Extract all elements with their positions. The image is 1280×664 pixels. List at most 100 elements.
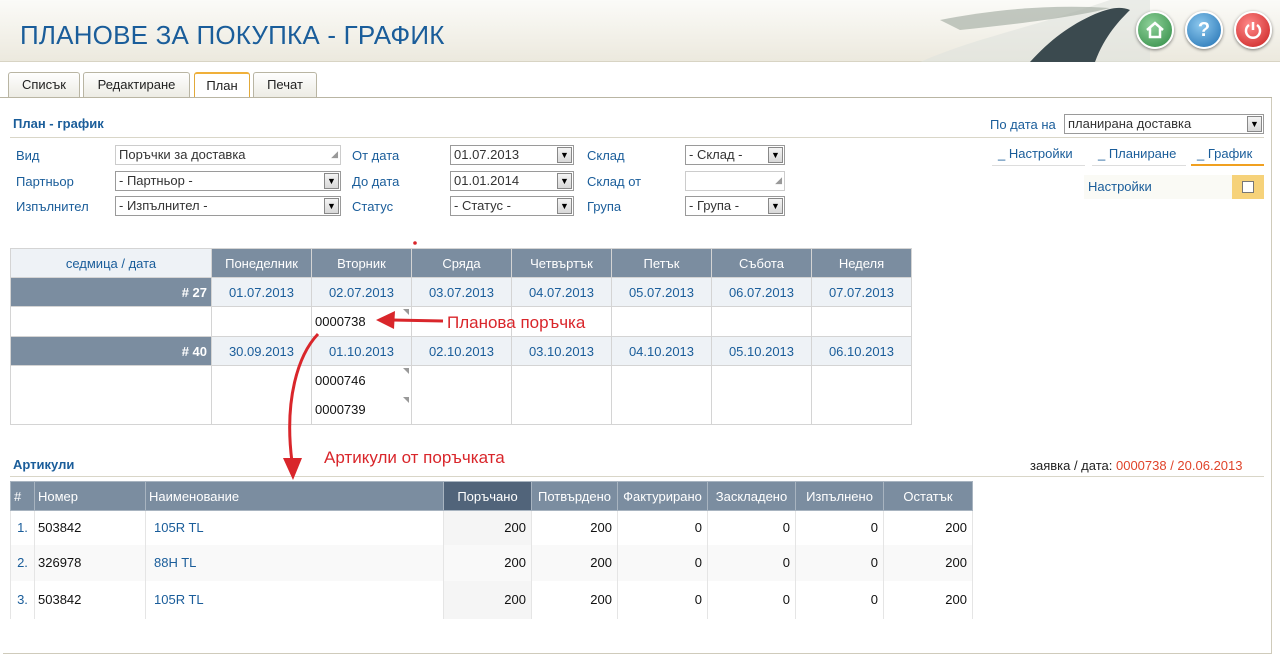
tab-print[interactable]: Печат [253,72,317,98]
article-name[interactable]: 105R TL [145,510,444,545]
dropdown-arrow-icon: ▼ [768,198,783,214]
qty-ordered: 200 [443,580,532,619]
day-header: Вторник [311,248,412,278]
table-row[interactable]: 2. 326978 88H TL 200 200 0 0 0 200 [10,544,973,581]
day-header: Неделя [811,248,912,278]
divider [10,476,1264,477]
planned-order[interactable]: 0000739 [312,395,411,424]
date-cell[interactable]: 06.10.2013 [811,336,912,366]
column-header[interactable]: Изпълнено [795,481,884,511]
mini-tab-planning[interactable]: _ Планиране [1092,146,1186,166]
date-cell[interactable]: 03.07.2013 [411,277,512,307]
order-cell [211,306,312,337]
mini-tab-planning-label: _ Планиране [1098,146,1177,161]
request-value[interactable]: 0000738 / 20.06.2013 [1116,458,1243,473]
resize-grip-icon[interactable]: ◢ [775,172,782,189]
column-header[interactable]: Поръчано [443,481,532,511]
date-cell[interactable]: 01.07.2013 [211,277,312,307]
resize-grip-icon[interactable]: ◢ [331,146,338,163]
home-button[interactable] [1136,11,1174,49]
qty-invoiced: 0 [617,510,708,545]
tab-list[interactable]: Списък [8,72,80,98]
mini-tab-schedule[interactable]: _ График [1191,146,1264,166]
from-date-label: От дата [352,148,400,163]
row-index[interactable]: 1. [10,510,35,545]
app-header: ПЛАНОВЕ ЗА ПОКУПКА - ГРАФИК ? [0,0,1280,62]
date-cell[interactable]: 06.07.2013 [711,277,812,307]
help-button[interactable]: ? [1185,11,1223,49]
column-header[interactable]: Наименование [145,481,444,511]
article-name[interactable]: 105R TL [145,580,444,619]
annotation-order-articles: Артикули от поръчката [324,448,505,467]
vid-field[interactable]: Поръчки за доставка ◢ [115,145,341,165]
date-cell[interactable]: 01.10.2013 [311,336,412,366]
date-cell[interactable]: 04.07.2013 [511,277,612,307]
tab-plan[interactable]: План [194,72,250,99]
to-date-label: До дата [352,174,400,189]
week-number: # 27 [10,277,212,307]
column-header[interactable]: Фактурирано [617,481,708,511]
tab-edit[interactable]: Редактиране [83,72,190,98]
settings-toggle[interactable] [1232,175,1264,199]
warehouse-from-field[interactable]: ◢ [685,171,785,191]
planned-order[interactable]: 0000746 [312,366,411,395]
group-value: - Група - [689,198,740,213]
calendar-corner-header: седмица / дата [10,248,212,278]
mini-tab-schedule-label: _ График [1197,146,1253,161]
help-icon: ? [1197,19,1211,41]
to-date-value: 01.01.2014 [454,173,520,188]
warehouse-select[interactable]: - Склад - ▼ [685,145,785,165]
column-header[interactable]: Номер [34,481,146,511]
date-cell[interactable]: 02.07.2013 [311,277,412,307]
articles-section-title: Артикули [13,457,75,472]
order-cell [611,365,712,425]
to-date-select[interactable]: 01.01.2014 ▼ [450,171,574,191]
date-cell[interactable]: 05.10.2013 [711,336,812,366]
order-cell [811,306,912,337]
from-date-select[interactable]: 01.07.2013 ▼ [450,145,574,165]
warehouse-label: Склад [587,148,625,163]
qty-ordered: 200 [443,510,532,545]
date-cell[interactable]: 03.10.2013 [511,336,612,366]
date-cell[interactable]: 02.10.2013 [411,336,512,366]
table-row[interactable]: 1. 503842 105R TL 200 200 0 0 0 200 [10,510,973,545]
day-header: Понеделник [211,248,312,278]
status-select[interactable]: - Статус - ▼ [450,196,574,216]
article-name[interactable]: 88H TL [145,544,444,581]
vid-label: Вид [16,148,40,163]
dropdown-arrow-icon: ▼ [324,198,339,214]
qty-invoiced: 0 [617,544,708,581]
vid-value: Поръчки за доставка [119,147,246,162]
planned-order[interactable]: 0000738 [312,307,411,336]
qty-done: 0 [795,510,884,545]
order-cell [211,365,312,425]
date-cell[interactable]: 04.10.2013 [611,336,712,366]
order-cell [711,306,812,337]
column-header[interactable]: # [10,481,35,511]
group-select[interactable]: - Група - ▼ [685,196,785,216]
status-value: - Статус - [454,198,511,213]
table-row[interactable]: 3. 503842 105R TL 200 200 0 0 0 200 [10,580,973,619]
mini-tab-settings[interactable]: _ Настройки [992,146,1085,166]
column-header[interactable]: Заскладено [707,481,796,511]
date-cell[interactable]: 30.09.2013 [211,336,312,366]
row-index[interactable]: 3. [10,580,35,619]
date-cell[interactable]: 05.07.2013 [611,277,712,307]
qty-confirmed: 200 [531,544,618,581]
power-button[interactable] [1234,11,1272,49]
row-index[interactable]: 2. [10,544,35,581]
partner-label: Партньор [16,174,74,189]
executor-value: - Изпълнител - [119,198,208,213]
executor-select[interactable]: - Изпълнител - ▼ [115,196,341,216]
column-header[interactable]: Потвърдено [531,481,618,511]
corner-marker-icon [403,309,409,315]
by-date-select[interactable]: планирана доставка ▼ [1064,114,1264,134]
column-header[interactable]: Остатък [883,481,973,511]
order-cell [611,306,712,337]
day-header: Сряда [411,248,512,278]
date-cell[interactable]: 07.07.2013 [811,277,912,307]
warehouse-from-label: Склад от [587,174,642,189]
partner-select[interactable]: - Партньор - ▼ [115,171,341,191]
qty-invoiced: 0 [617,580,708,619]
order-number: 0000739 [315,402,366,417]
